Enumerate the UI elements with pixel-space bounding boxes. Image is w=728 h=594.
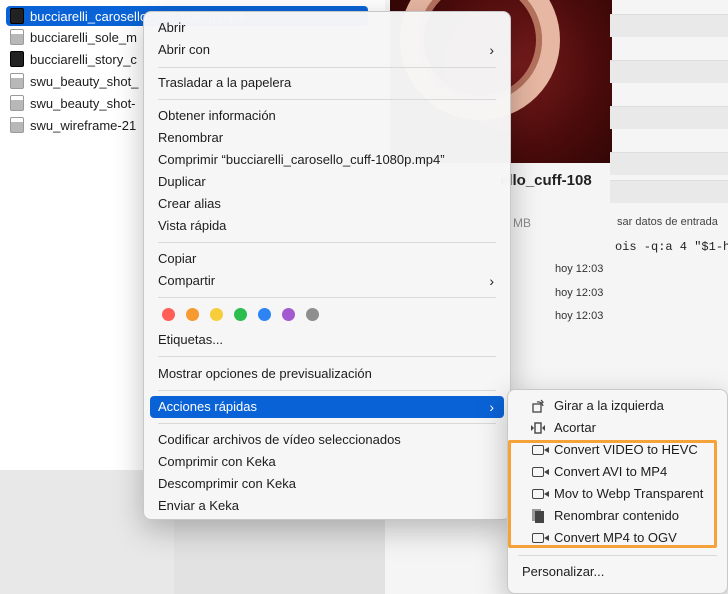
menu-item-trash[interactable]: Trasladar a la papelera <box>150 72 504 94</box>
menu-separator <box>518 555 717 556</box>
submenu-item-convert-avi-mp4[interactable]: Convert AVI to MP4 <box>514 461 721 483</box>
menu-item-open-with[interactable]: Abrir con › <box>150 39 504 61</box>
submenu-item-rename-content[interactable]: Renombrar contenido <box>514 505 721 527</box>
submenu-item-trim[interactable]: Acortar <box>514 417 721 439</box>
image-thumb-icon <box>10 117 24 133</box>
date-cell: hoy 12:03 <box>555 310 604 322</box>
preview-file-size: MB <box>513 216 531 230</box>
video-thumb-icon <box>10 51 24 67</box>
tag-color-row <box>162 308 319 321</box>
video-camera-icon <box>530 465 549 479</box>
submenu-item-convert-mp4-ogv[interactable]: Convert MP4 to OGV <box>514 527 721 549</box>
submenu-item-label: Acortar <box>554 420 596 435</box>
tag-gray-dot[interactable] <box>306 308 319 321</box>
submenu-item-label: Convert MP4 to OGV <box>554 530 677 545</box>
video-camera-icon <box>530 487 549 501</box>
menu-item-tags[interactable]: Etiquetas... <box>150 329 504 351</box>
submenu-item-label: Girar a la izquierda <box>554 398 664 413</box>
menu-item-quick-actions[interactable]: Acciones rápidas › <box>150 396 504 418</box>
menu-item-decompress-keka[interactable]: Descomprimir con Keka <box>150 473 504 495</box>
menu-item-compress[interactable]: Comprimir “bucciarelli_carosello_cuff-10… <box>150 149 504 171</box>
document-icon <box>530 509 546 523</box>
menu-separator <box>158 242 496 243</box>
date-cell: hoy 12:03 <box>555 263 604 275</box>
submenu-item-label: Convert AVI to MP4 <box>554 464 668 479</box>
submenu-item-customize[interactable]: Personalizar... <box>514 561 721 583</box>
menu-item-make-alias[interactable]: Crear alias <box>150 193 504 215</box>
menu-item-label: Abrir con <box>158 42 211 57</box>
tag-purple-dot[interactable] <box>282 308 295 321</box>
file-name: swu_beauty_shot_ <box>30 73 139 89</box>
file-name: bucciarelli_story_c <box>30 51 137 67</box>
menu-item-label: Acciones rápidas <box>158 399 257 414</box>
file-row[interactable]: bucciarelli_sole_m <box>6 27 137 47</box>
info-row <box>610 180 728 203</box>
rotate-left-icon <box>530 399 546 413</box>
menu-item-encode-video[interactable]: Codificar archivos de vídeo seleccionado… <box>150 429 504 451</box>
tag-yellow-dot[interactable] <box>210 308 223 321</box>
chevron-right-icon: › <box>489 399 494 415</box>
menu-separator <box>158 99 496 100</box>
file-name: bucciarelli_sole_m <box>30 29 137 45</box>
chevron-right-icon: › <box>489 42 494 58</box>
info-row <box>610 60 728 83</box>
menu-separator <box>158 297 496 298</box>
image-thumb-icon <box>10 95 24 111</box>
tag-green-dot[interactable] <box>234 308 247 321</box>
submenu-item-label: Convert VIDEO to HEVC <box>554 442 698 457</box>
menu-item-show-preview-options[interactable]: Mostrar opciones de previsualización <box>150 363 504 385</box>
menu-separator <box>158 356 496 357</box>
tag-blue-dot[interactable] <box>258 308 271 321</box>
image-thumb-icon <box>10 73 24 89</box>
menu-item-label: Compartir <box>158 273 216 288</box>
submenu-item-label: Mov to Webp Transparent <box>554 486 704 501</box>
preview-file-name: ello_cuff-108 <box>500 172 592 189</box>
submenu-item-rotate-left[interactable]: Girar a la izquierda <box>514 395 721 417</box>
menu-separator <box>158 423 496 424</box>
file-row[interactable]: swu_beauty_shot- <box>6 93 136 113</box>
menu-separator <box>158 67 496 68</box>
info-row <box>610 106 728 129</box>
file-row[interactable]: bucciarelli_story_c <box>6 49 137 69</box>
tag-orange-dot[interactable] <box>186 308 199 321</box>
info-row <box>610 14 728 37</box>
submenu-item-convert-video-hevc[interactable]: Convert VIDEO to HEVC <box>514 439 721 461</box>
script-label: sar datos de entrada <box>617 216 718 228</box>
chevron-right-icon: › <box>489 273 494 289</box>
menu-item-send-keka[interactable]: Enviar a Keka <box>150 495 504 517</box>
quick-actions-submenu: Girar a la izquierda Acortar Convert VID… <box>507 389 728 594</box>
script-code: ois -q:a 4 "$1-h <box>615 240 728 254</box>
video-camera-icon <box>530 531 549 545</box>
menu-item-rename[interactable]: Renombrar <box>150 127 504 149</box>
trim-icon <box>530 421 546 435</box>
context-menu: Abrir Abrir con › Trasladar a la papeler… <box>143 11 511 520</box>
file-name: swu_wireframe-21 <box>30 117 137 133</box>
menu-separator <box>158 390 496 391</box>
file-name: swu_beauty_shot- <box>30 95 136 111</box>
file-row[interactable]: swu_beauty_shot_ <box>6 71 138 91</box>
date-cell: hoy 12:03 <box>555 287 604 299</box>
menu-item-duplicate[interactable]: Duplicar <box>150 171 504 193</box>
file-row[interactable]: swu_wireframe-21 <box>6 115 136 135</box>
submenu-item-label: Renombrar contenido <box>554 508 680 523</box>
menu-item-copy[interactable]: Copiar <box>150 248 504 270</box>
menu-item-quick-look[interactable]: Vista rápida <box>150 215 504 237</box>
image-thumb-icon <box>10 29 24 45</box>
video-camera-icon <box>530 443 549 457</box>
menu-item-get-info[interactable]: Obtener información <box>150 105 504 127</box>
video-thumb-icon <box>10 8 24 24</box>
menu-item-open[interactable]: Abrir <box>150 17 504 39</box>
menu-item-share[interactable]: Compartir › <box>150 270 504 292</box>
info-row <box>610 152 728 175</box>
submenu-item-mov-webp[interactable]: Mov to Webp Transparent <box>514 483 721 505</box>
menu-item-compress-keka[interactable]: Comprimir con Keka <box>150 451 504 473</box>
tag-red-dot[interactable] <box>162 308 175 321</box>
